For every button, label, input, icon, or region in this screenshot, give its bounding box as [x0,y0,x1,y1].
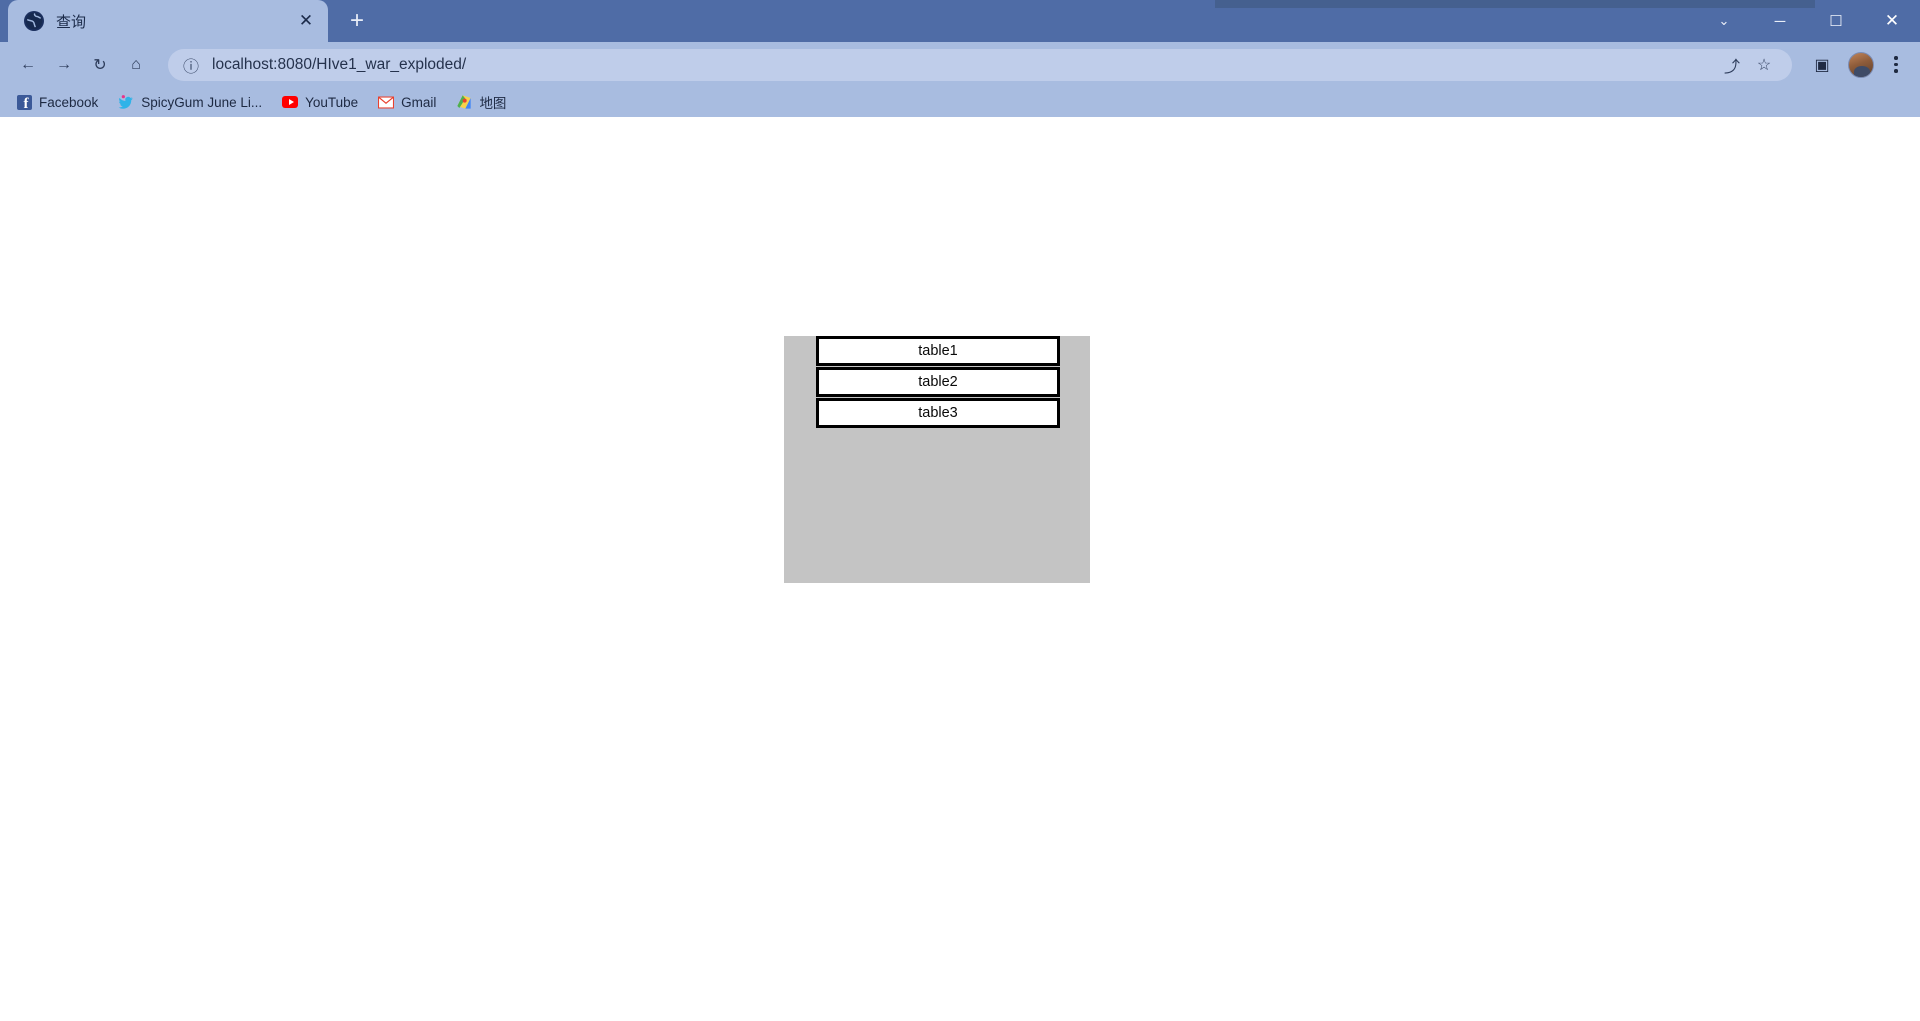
google-maps-icon [456,94,472,110]
bookmark-gmail[interactable]: Gmail [370,90,444,114]
maximize-button[interactable]: ☐ [1808,0,1864,42]
close-window-button[interactable]: ✕ [1864,0,1920,42]
bookmark-label: SpicyGum June Li... [141,94,263,110]
bookmark-spicygum[interactable]: SpicyGum June Li... [110,90,270,114]
bookmark-label: Facebook [39,94,99,110]
url-text: localhost:8080/HIve1_war_exploded/ [212,55,467,73]
facebook-icon [16,94,32,112]
bookmark-youtube[interactable]: YouTube [274,90,366,114]
browser-tab-query[interactable]: 查询 ✕ [8,0,328,42]
browser-window: 查询 ✕ + ⌄ ─ ☐ ✕ ← → ↻ ⌂ ⓘ localhost:8080/… [0,0,1920,1021]
table-selection-panel: table1 table2 table3 [784,336,1090,583]
address-bar[interactable]: ⓘ localhost:8080/HIve1_war_exploded/ ⤴ ☆ [168,48,1792,81]
table3-button[interactable]: table3 [816,398,1060,428]
tab-close-icon[interactable]: ✕ [294,9,318,33]
site-info-icon[interactable]: ⓘ [182,56,200,76]
tab-title: 查询 [56,13,87,31]
gmail-icon [378,94,395,110]
youtube-icon [282,94,299,110]
table2-button[interactable]: table2 [816,367,1060,397]
home-icon[interactable]: ⌂ [118,47,154,83]
side-panel-icon[interactable]: ▣ [1806,49,1838,81]
back-icon[interactable]: ← [10,47,46,83]
bookmark-label: YouTube [305,94,359,110]
chrome-menu-icon[interactable] [1882,49,1910,81]
page-viewport: table1 table2 table3 [0,117,1920,1021]
avatar[interactable] [1848,51,1874,78]
reload-icon[interactable]: ↻ [82,47,118,83]
table-button-stack: table1 table2 table3 [816,336,1060,429]
minimize-button[interactable]: ─ [1752,0,1808,42]
forward-icon[interactable]: → [46,47,82,83]
window-controls: ⌄ ─ ☐ ✕ [1696,0,1920,42]
bookmark-facebook[interactable]: Facebook [8,90,106,114]
bookmark-star-icon[interactable]: ☆ [1750,51,1778,79]
new-tab-button[interactable]: + [340,4,374,38]
bookmarks-bar: Facebook SpicyGum June Li... YouTube [0,87,1920,117]
globe-icon [24,11,44,31]
bookmark-maps[interactable]: 地图 [448,90,514,114]
browser-toolbar: ← → ↻ ⌂ ⓘ localhost:8080/HIve1_war_explo… [0,42,1920,87]
bookmark-label: 地图 [479,96,507,111]
tab-search-chevron-down-icon[interactable]: ⌄ [1696,0,1752,42]
share-icon[interactable]: ⤴ [1718,51,1746,79]
tab-strip: 查询 ✕ + ⌄ ─ ☐ ✕ [0,0,1920,42]
twitter-icon [118,94,134,110]
bookmark-label: Gmail [401,94,437,110]
table1-button[interactable]: table1 [816,336,1060,366]
